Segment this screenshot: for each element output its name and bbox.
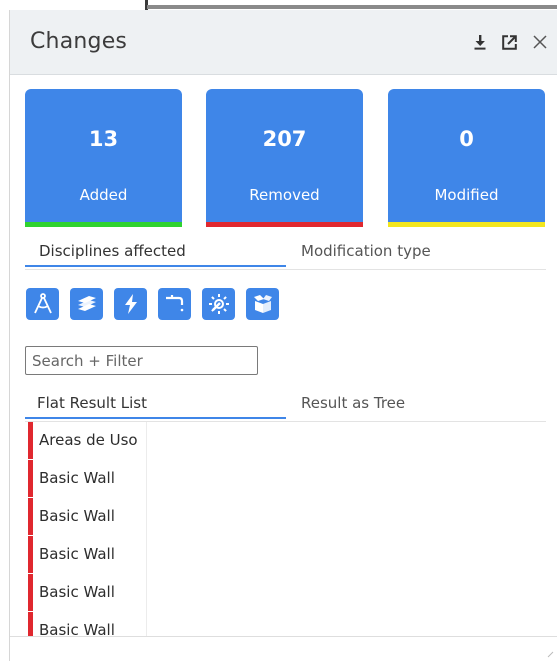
removed-marker: [28, 460, 33, 497]
tab-tree-label: Result as Tree: [301, 394, 406, 412]
removed-marker: [28, 574, 33, 611]
mechanical-gear-icon[interactable]: [202, 288, 235, 320]
tab-disciplines-affected[interactable]: Disciplines affected: [25, 242, 286, 267]
search-input[interactable]: [25, 346, 258, 375]
list-item-label: Basic Wall: [39, 545, 115, 563]
added-card[interactable]: 13 Added: [25, 89, 182, 227]
list-item-label: Basic Wall: [39, 469, 115, 487]
panel-header: Changes: [10, 10, 557, 75]
removed-count: 207: [262, 127, 307, 151]
panel-title: Changes: [30, 29, 128, 54]
modified-card[interactable]: 0 Modified: [388, 89, 545, 227]
window-top-strip: [0, 0, 557, 10]
dock-icon[interactable]: [473, 30, 487, 54]
filter-tabs: Disciplines affected Modification type: [25, 242, 546, 270]
furniture-box-icon[interactable]: [246, 288, 279, 320]
structure-beam-icon[interactable]: [70, 288, 103, 320]
list-item[interactable]: Areas de Uso: [25, 422, 325, 459]
modified-label: Modified: [434, 186, 499, 204]
removed-marker: [28, 612, 33, 637]
list-item[interactable]: Basic Wall: [25, 498, 325, 535]
tab-modification-label: Modification type: [301, 242, 431, 260]
close-icon[interactable]: [531, 30, 549, 54]
removed-label: Removed: [249, 186, 320, 204]
list-item-label: Basic Wall: [39, 583, 115, 601]
added-label: Added: [79, 186, 128, 204]
list-item[interactable]: Basic Wall: [25, 574, 325, 611]
removed-marker: [28, 498, 33, 535]
tab-modification-type[interactable]: Modification type: [301, 242, 431, 268]
removed-stripe: [206, 222, 363, 227]
list-item[interactable]: Basic Wall: [25, 536, 325, 573]
popout-icon[interactable]: [500, 30, 518, 54]
resize-grip-icon[interactable]: [546, 650, 554, 658]
list-item[interactable]: Basic Wall: [25, 460, 325, 497]
tab-disciplines-label: Disciplines affected: [39, 242, 186, 260]
architecture-compass-icon[interactable]: [26, 288, 59, 320]
list-item-label: Areas de Uso: [39, 431, 138, 449]
tab-flat-result-list[interactable]: Flat Result List: [25, 394, 286, 419]
list-item-label: Basic Wall: [39, 621, 115, 637]
tab-flat-label: Flat Result List: [37, 394, 147, 412]
top-divider: [147, 5, 557, 9]
removed-marker: [28, 422, 33, 459]
removed-marker: [28, 536, 33, 573]
added-count: 13: [88, 127, 119, 151]
panel-footer: [10, 636, 557, 662]
changes-panel: Changes 13 Added 207 Removed 0 Modified …: [9, 10, 557, 662]
list-item-label: Basic Wall: [39, 507, 115, 525]
list-item[interactable]: Basic Wall: [25, 612, 325, 637]
modified-count: 0: [459, 127, 474, 151]
result-list: Areas de Uso Basic Wall Basic Wall Basic…: [25, 422, 546, 637]
removed-card[interactable]: 207 Removed: [206, 89, 363, 227]
added-stripe: [25, 222, 182, 227]
tab-result-as-tree[interactable]: Result as Tree: [301, 394, 405, 420]
electrical-bolt-icon[interactable]: [114, 288, 147, 320]
modified-stripe: [388, 222, 545, 227]
plumbing-faucet-icon[interactable]: [158, 288, 191, 320]
result-tabs: Flat Result List Result as Tree: [25, 394, 546, 422]
